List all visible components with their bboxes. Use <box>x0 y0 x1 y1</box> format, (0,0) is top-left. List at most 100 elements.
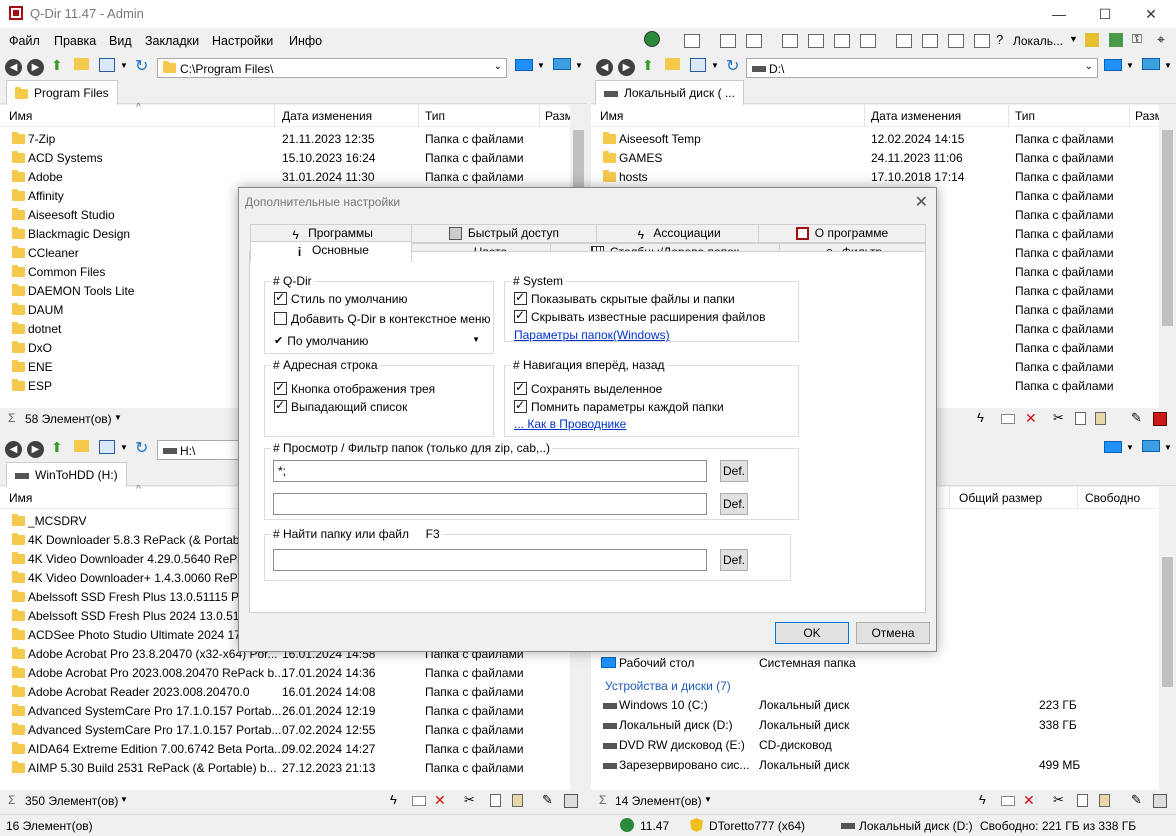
tab-wintohdd[interactable]: WinToHDD (H:) <box>6 462 127 487</box>
vertical-scrollbar[interactable] <box>1159 487 1176 790</box>
monitor-dropdown-icon[interactable]: ▼ <box>1126 443 1134 452</box>
monitor2-dropdown-icon[interactable]: ▼ <box>1164 443 1172 452</box>
scroll-thumb[interactable] <box>1162 130 1173 326</box>
tab-program-files[interactable]: Program Files <box>6 80 118 105</box>
checkbox[interactable] <box>514 380 527 396</box>
checkbox-keep-selection[interactable]: Сохранять выделенное <box>514 380 662 396</box>
monitor-dropdown-icon[interactable]: ▼ <box>1126 61 1134 70</box>
checkbox-hide-extensions[interactable]: Скрывать известные расширения файлов <box>514 308 765 324</box>
col-date[interactable]: Дата изменения <box>871 109 961 123</box>
monitor2-icon[interactable] <box>1142 58 1160 70</box>
monitor-icon[interactable] <box>1104 59 1122 71</box>
filter-def-button-1[interactable]: Def. <box>720 460 748 482</box>
view-dropdown-icon[interactable]: ▼ <box>711 61 719 70</box>
back-icon[interactable]: ◀ <box>5 441 22 458</box>
checkbox[interactable] <box>274 380 287 396</box>
scroll-thumb[interactable] <box>1162 557 1173 687</box>
menu-view[interactable]: Вид <box>109 34 132 48</box>
layout-1b-icon[interactable] <box>922 34 938 48</box>
chevron-down-icon[interactable]: ▼ <box>120 795 128 804</box>
monitor2-dropdown-icon[interactable]: ▼ <box>575 61 583 70</box>
properties-icon[interactable] <box>1153 412 1167 426</box>
refresh-icon[interactable]: ↻ <box>726 56 739 76</box>
list-item[interactable]: Aiseesoft Temp 12.02.2024 14:15 Папка с фа… <box>591 130 1159 149</box>
cancel-button[interactable]: Отмена <box>856 622 930 644</box>
checkbox-context-menu[interactable]: Добавить Q-Dir в контекстное меню <box>274 311 491 326</box>
col-free[interactable]: Свободно <box>1085 491 1140 505</box>
list-item[interactable]: hosts 17.10.2018 17:14 Папка с файлами <box>591 168 1159 187</box>
default-dropdown[interactable]: ✔ По умолчанию ▼ <box>274 333 484 348</box>
address-bar-top-left[interactable]: C:\Program Files\ ⌄ <box>157 58 507 78</box>
ok-button[interactable]: OK <box>775 622 849 644</box>
menu-info[interactable]: Инфо <box>289 34 322 48</box>
col-type[interactable]: Тип <box>425 109 445 123</box>
monitor2-icon[interactable] <box>553 58 571 70</box>
drive-item[interactable]: Локальный диск (D:) Локальный диск 338 ГБ <box>591 716 1159 735</box>
cut-icon[interactable]: ✂ <box>1053 792 1064 808</box>
chevron-down-icon[interactable]: ▼ <box>114 413 122 422</box>
folder-options-link[interactable]: Параметры папок(Windows) <box>514 328 670 342</box>
delete-icon[interactable]: ✕ <box>1023 792 1035 809</box>
chevron-down-icon[interactable]: ⌄ <box>494 61 502 72</box>
col-name[interactable]: Имя <box>9 491 32 505</box>
new-folder-icon[interactable] <box>74 58 89 70</box>
menu-bookmarks[interactable]: Закладки <box>145 34 199 48</box>
list-item[interactable]: AIMP 5.30 Build 2531 RePack (& Portable)… <box>0 759 570 778</box>
delete-icon[interactable]: ✕ <box>434 792 446 809</box>
up-icon[interactable]: ⬆ <box>51 57 63 74</box>
forward-icon[interactable]: ▶ <box>27 59 44 76</box>
checkbox-style-default[interactable]: Стиль по умолчанию <box>274 290 407 306</box>
paste-icon[interactable] <box>1099 794 1110 807</box>
layout-1c-icon[interactable] <box>948 34 964 48</box>
tab-general[interactable]: i Основные <box>250 241 412 262</box>
copy-icon[interactable] <box>1077 794 1088 807</box>
filter-input-2[interactable] <box>273 493 707 515</box>
list-item[interactable]: 7-Zip 21.11.2023 12:35 Папка с файлами <box>0 130 570 149</box>
vertical-scrollbar[interactable] <box>1159 105 1176 408</box>
lightning-icon[interactable]: ϟ <box>977 410 984 425</box>
monitor2-icon[interactable] <box>1142 440 1160 452</box>
refresh-icon[interactable]: ↻ <box>135 438 148 458</box>
drive-item[interactable]: DVD RW дисковод (E:) CD-дисковод <box>591 736 1159 755</box>
mail-icon[interactable] <box>412 796 426 806</box>
checkbox[interactable] <box>274 290 287 306</box>
mail-icon[interactable] <box>1001 796 1015 806</box>
chevron-down-icon[interactable]: ▼ <box>472 335 480 344</box>
close-button[interactable]: ✕ <box>1128 0 1174 28</box>
checkbox-show-hidden[interactable]: Показывать скрытые файлы и папки <box>514 290 735 306</box>
list-item[interactable]: GAMES 24.11.2023 11:06 Папка с файлами <box>591 149 1159 168</box>
layout-2v-icon[interactable] <box>834 34 850 48</box>
list-item-desktop[interactable]: Рабочий стол Системная папка <box>591 654 1176 673</box>
locale-dropdown[interactable]: Локаль... <box>1013 34 1063 48</box>
col-date[interactable]: Дата изменения <box>282 109 372 123</box>
list-item[interactable]: AIDA64 Extreme Edition 7.00.6742 Beta Po… <box>0 740 570 759</box>
explorer-link[interactable]: ... Как в Проводнике <box>514 417 626 431</box>
chevron-down-icon[interactable]: ▼ <box>704 795 712 804</box>
filter-def-button-2[interactable]: Def. <box>720 493 748 515</box>
up-icon[interactable]: ⬆ <box>642 57 654 74</box>
forward-icon[interactable]: ▶ <box>618 59 635 76</box>
new-folder-icon[interactable] <box>74 440 89 452</box>
view-icon[interactable] <box>99 440 115 454</box>
tab-quick-access[interactable]: Быстрый доступ <box>411 224 597 243</box>
drive-item[interactable]: Зарезервировано сис... Локальный диск 499 … <box>591 756 1159 775</box>
checkbox[interactable] <box>514 290 527 306</box>
view-dropdown-icon[interactable]: ▼ <box>120 61 128 70</box>
layout-3v-icon[interactable] <box>782 34 798 48</box>
checkbox[interactable] <box>274 398 287 414</box>
address-bar-top-right[interactable]: D:\ ⌄ <box>746 58 1098 78</box>
refresh-icon[interactable]: ↻ <box>135 56 148 76</box>
tab-local-disk[interactable]: Локальный диск ( ... <box>595 80 744 105</box>
layout-2-icon[interactable] <box>860 34 876 48</box>
lightning-icon[interactable]: ϟ <box>979 792 986 807</box>
menu-edit[interactable]: Правка <box>54 34 96 48</box>
checkbox[interactable] <box>514 308 527 324</box>
monitor-dropdown-icon[interactable]: ▼ <box>537 61 545 70</box>
pin-icon[interactable]: ⌖ <box>1157 31 1165 48</box>
tab-associations[interactable]: ϟ Ассоциации <box>596 224 759 243</box>
list-item[interactable]: Adobe Acrobat Pro 2023.008.20470 RePack … <box>0 664 570 683</box>
layout-1-icon[interactable] <box>896 34 912 48</box>
drive-item[interactable]: Windows 10 (C:) Локальный диск 223 ГБ <box>591 696 1159 715</box>
address-bar-bottom-left[interactable]: H:\ <box>157 440 247 460</box>
question-icon[interactable]: ? <box>996 32 1003 47</box>
